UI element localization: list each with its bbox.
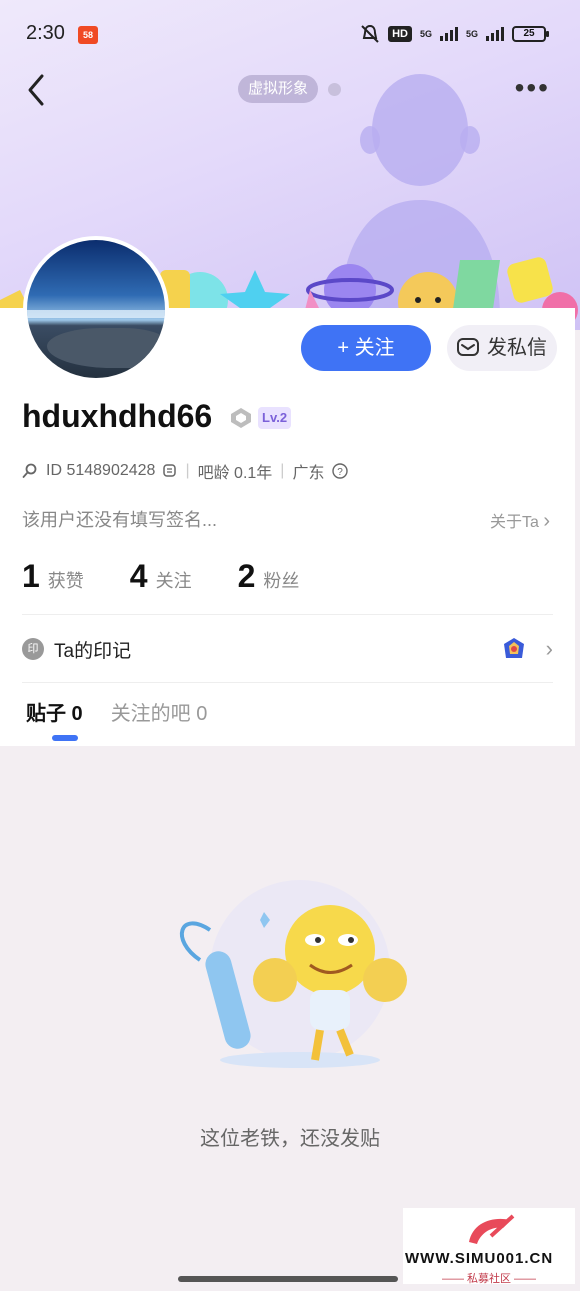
stat-number: 2 xyxy=(237,558,256,594)
help-icon[interactable]: ? xyxy=(332,463,349,479)
status-time: 2:30 xyxy=(26,22,65,44)
signal-label-2: 5G xyxy=(465,29,478,39)
divider xyxy=(22,682,553,683)
trophy-badge-icon xyxy=(504,638,524,658)
user-avatar[interactable] xyxy=(23,236,169,382)
stat-label: 获赞 xyxy=(47,571,84,591)
divider xyxy=(22,614,553,615)
tab-followed-bars[interactable]: 关注的吧 0 xyxy=(111,697,208,726)
follow-button[interactable]: + 关注 xyxy=(301,325,431,371)
username: hduxhdhd66 xyxy=(22,398,213,434)
mark-row[interactable]: 印 Ta的印记 › xyxy=(22,632,553,668)
empty-state-text: 这位老铁，还没发贴 xyxy=(200,1128,380,1150)
hd-icon: HD xyxy=(388,26,412,42)
level-badge[interactable]: Lv.2 xyxy=(258,407,292,429)
svg-text:?: ? xyxy=(338,467,344,478)
empty-state-illustration xyxy=(180,880,407,1068)
chevron-right-icon: › xyxy=(543,510,550,532)
virtual-avatar-tag[interactable]: 虚拟形象 xyxy=(238,75,319,103)
stat-fans[interactable]: 2 粉丝 xyxy=(238,558,300,595)
stat-likes[interactable]: 1 获赞 xyxy=(22,558,84,595)
home-indicator[interactable] xyxy=(178,1276,398,1282)
user-meta-row: ID 5148902428 | 吧龄 0.1年 | 广东 ? xyxy=(22,459,349,483)
status-bar: 2:30 58 HD 5G 5G 25 xyxy=(0,0,580,64)
tab-bar: 贴子 0 关注的吧 0 xyxy=(26,697,207,726)
avatar-horizon xyxy=(27,310,165,318)
stat-number: 4 xyxy=(129,558,148,594)
tab-indicator xyxy=(52,735,78,741)
signature: 该用户还没有填写签名... xyxy=(22,510,218,530)
back-arrow-icon[interactable] xyxy=(22,72,52,108)
search-icon[interactable] xyxy=(22,463,38,479)
envelope-icon xyxy=(457,338,479,356)
meta-separator: | xyxy=(185,462,190,479)
location: 广东 xyxy=(292,465,325,482)
mark-icon: 印 xyxy=(22,638,44,660)
mute-bell-icon xyxy=(361,24,379,43)
member-badge-icon xyxy=(231,408,251,428)
mark-label: Ta的印记 xyxy=(54,641,132,662)
stat-label: 关注 xyxy=(155,571,192,591)
avatar-rock xyxy=(47,328,165,368)
stat-following[interactable]: 4 关注 xyxy=(130,558,192,595)
tab-posts[interactable]: 贴子 0 xyxy=(26,697,83,726)
stat-number: 1 xyxy=(22,558,40,594)
system-icons: HD 5G 5G 25 xyxy=(360,24,549,44)
signal-icon-1 xyxy=(439,27,458,41)
watermark-subtitle: —— 私募社区 —— xyxy=(441,1273,537,1285)
signal-label-1: 5G xyxy=(419,29,432,39)
stat-label: 粉丝 xyxy=(263,571,300,591)
watermark-logo xyxy=(469,1214,515,1244)
user-id: ID 5148902428 xyxy=(46,462,156,479)
battery-icon: 25 xyxy=(512,26,549,42)
stats-row: 1 获赞 4 关注 2 粉丝 xyxy=(22,558,345,595)
meta-separator: | xyxy=(280,462,285,479)
bar-age: 吧龄 0.1年 xyxy=(197,465,273,482)
chevron-right-icon: › xyxy=(545,636,553,661)
copy-icon[interactable] xyxy=(163,464,177,478)
watermark-url: WWW.SIMU001.CN xyxy=(405,1250,554,1267)
watermark: WWW.SIMU001.CN —— 私募社区 —— xyxy=(403,1208,575,1285)
about-label: 关于Ta xyxy=(489,514,539,531)
about-link[interactable]: 关于Ta › xyxy=(490,508,550,533)
app-notification-icon: 58 xyxy=(78,26,98,44)
signal-icon-2 xyxy=(486,27,504,41)
